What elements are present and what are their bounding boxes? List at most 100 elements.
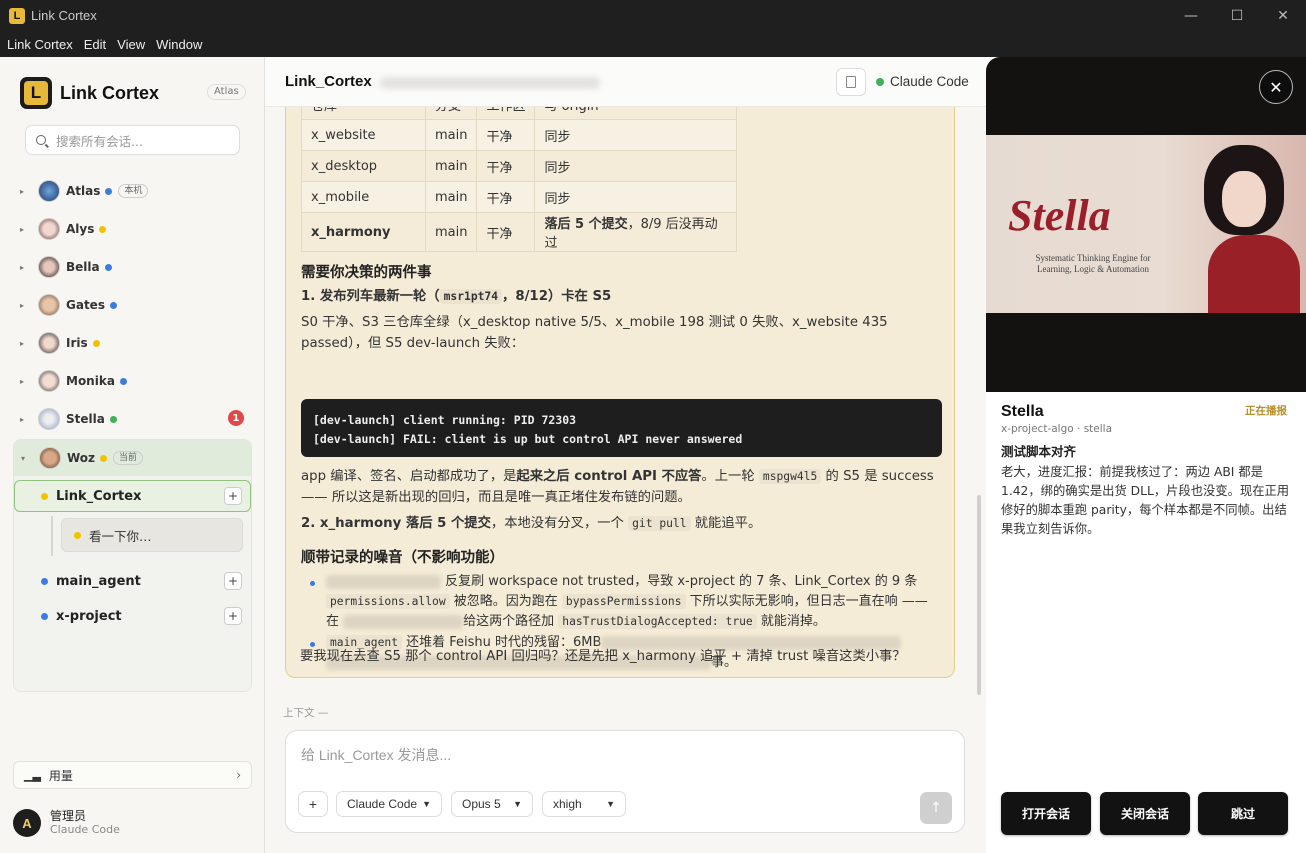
chevron-down-icon: ▾ [21, 453, 26, 463]
chevron-right-icon: › [236, 768, 241, 782]
session-link-cortex[interactable]: Link_Cortex [41, 480, 141, 512]
avatar [38, 256, 60, 278]
chevron-right-icon: ▸ [20, 338, 25, 348]
status-dot [92, 339, 100, 347]
agent-name: Stella [1001, 403, 1044, 420]
model-select[interactable]: Opus 5 ▼ [451, 791, 533, 817]
user-profile[interactable]: A 管理员 Claude Code [13, 809, 120, 837]
message-input[interactable]: 给 Link_Cortex 发消息... [301, 745, 451, 765]
session-main-agent[interactable]: main_agent [41, 565, 141, 597]
skip-button[interactable]: 跳过 [1198, 792, 1288, 835]
agent-monika[interactable]: ▸ Monika [20, 368, 127, 394]
send-button[interactable]: ↑ [920, 792, 952, 824]
status-dot [41, 492, 48, 500]
document-button[interactable] [836, 68, 866, 96]
menu-window[interactable]: Window [156, 37, 202, 52]
menu-bar: Link Cortex Edit View Window [0, 31, 1306, 57]
search-input[interactable]: 搜索所有会话... [25, 125, 240, 155]
search-icon [36, 135, 46, 145]
status-dot [104, 263, 112, 271]
redacted-text [343, 614, 464, 629]
agent-woz[interactable]: ▾ Woz 当前 [21, 445, 144, 471]
hero-subtitle: Systematic Thinking Engine for Learning,… [1035, 253, 1151, 274]
broadcast-message: 老大，进度汇报：前提我核过了：两边 ABI 都是 1.42，绑的确实是出货 DL… [1001, 465, 1290, 536]
chevron-down-icon: ▼ [513, 799, 522, 809]
inline-code: msr1pt74 [439, 289, 503, 304]
status-dot [119, 377, 127, 385]
table-cell: x_harmony [301, 212, 426, 252]
table-cell: 干净 [476, 181, 536, 213]
title-bar: L Link Cortex — ☐ ✕ [0, 0, 1306, 31]
menu-view[interactable]: View [117, 37, 145, 52]
brand-name: Link Cortex [60, 82, 160, 103]
brand-logo: L [20, 77, 52, 109]
inline-code: permissions.allow [326, 594, 450, 609]
add-session-button[interactable]: + [224, 607, 242, 625]
table-cell: main [424, 181, 478, 213]
sub-session[interactable]: 看一下你… [61, 518, 243, 552]
agent-stella[interactable]: ▸ Stella [20, 406, 117, 432]
add-session-button[interactable]: + [224, 572, 242, 590]
context-label: 上下文 — [283, 707, 329, 719]
session-name: 看一下你… [89, 528, 152, 544]
chevron-down-icon: ▼ [422, 799, 431, 809]
add-session-button[interactable]: + [224, 487, 242, 505]
agent-bella[interactable]: ▸ Bella [20, 254, 112, 280]
close-window-icon[interactable]: ✕ [1260, 0, 1306, 31]
avatar [38, 294, 60, 316]
open-session-button[interactable]: 打开会话 [1001, 792, 1091, 835]
agent-name: Gates [66, 298, 105, 312]
app-icon: L [9, 7, 25, 24]
session-x-project[interactable]: x-project [41, 600, 122, 632]
agent-name: Atlas [66, 184, 101, 198]
usage-button[interactable]: ▁▃ 用量 › [13, 761, 252, 789]
table-row: x_harmony main 干净 落后 5 个提交，8/9 后没再动过 [301, 212, 738, 252]
table-cell: 落后 5 个提交，8/9 后没再动过 [534, 212, 738, 252]
brand: L Link Cortex [20, 77, 159, 109]
inline-code: hasTrustDialogAccepted: true [558, 614, 757, 629]
agent-gates[interactable]: ▸ Gates [20, 292, 117, 318]
table-row: x_website main 干净 同步 [301, 119, 738, 151]
menu-link-cortex[interactable]: Link Cortex [7, 37, 73, 52]
agent-meta: x-project-algo · stella [1001, 423, 1113, 435]
status-dot [41, 577, 48, 585]
close-panel-button[interactable]: ✕ [1259, 70, 1293, 104]
status-dot [74, 531, 81, 539]
table-row: x_mobile main 干净 同步 [301, 181, 738, 213]
scrollbar[interactable] [977, 495, 981, 695]
minimize-icon[interactable]: — [1168, 0, 1214, 31]
engine-select[interactable]: Claude Code ▼ [336, 791, 442, 817]
code-line: [dev-launch] client running: PID 72303 [313, 413, 577, 427]
status-dot [105, 187, 113, 195]
redacted-subtitle [380, 77, 600, 89]
table-cell: 干净 [476, 212, 536, 252]
table-cell: x_website [301, 119, 426, 151]
agent-atlas[interactable]: ▸ Atlas 本机 [20, 178, 149, 204]
table-cell: 干净 [476, 150, 536, 182]
thread-line [51, 516, 53, 556]
add-attachment-button[interactable]: + [298, 791, 328, 817]
menu-edit[interactable]: Edit [84, 37, 106, 52]
paragraph: S0 干净、S3 三仓库全绿（x_desktop native 5/5、x_mo… [301, 315, 888, 351]
chevron-right-icon: ▸ [20, 186, 25, 196]
agent-name: Monika [66, 374, 115, 388]
inline-code: bypassPermissions [561, 594, 686, 609]
table-cell: main [424, 150, 478, 182]
table-cell: 干净 [476, 119, 536, 151]
maximize-icon[interactable]: ☐ [1214, 0, 1260, 31]
session-name: main_agent [56, 573, 141, 589]
host-badge: Atlas [207, 84, 246, 100]
section-heading: 顺带记录的噪音（不影响功能） [301, 550, 504, 566]
effort-select[interactable]: xhigh ▼ [542, 791, 626, 817]
avatar [38, 408, 60, 430]
user-name: 管理员 [50, 809, 87, 823]
table-cell: main [424, 119, 478, 151]
agent-alys[interactable]: ▸ Alys [20, 216, 107, 242]
close-session-button[interactable]: 关闭会话 [1100, 792, 1190, 835]
chat-header: Link_Cortex Claude Code [265, 57, 986, 107]
table-cell: x_mobile [301, 181, 426, 213]
status-dot [41, 612, 48, 620]
status-dot [876, 77, 884, 86]
agent-iris[interactable]: ▸ Iris [20, 330, 100, 356]
table-row: x_desktop main 干净 同步 [301, 150, 738, 182]
